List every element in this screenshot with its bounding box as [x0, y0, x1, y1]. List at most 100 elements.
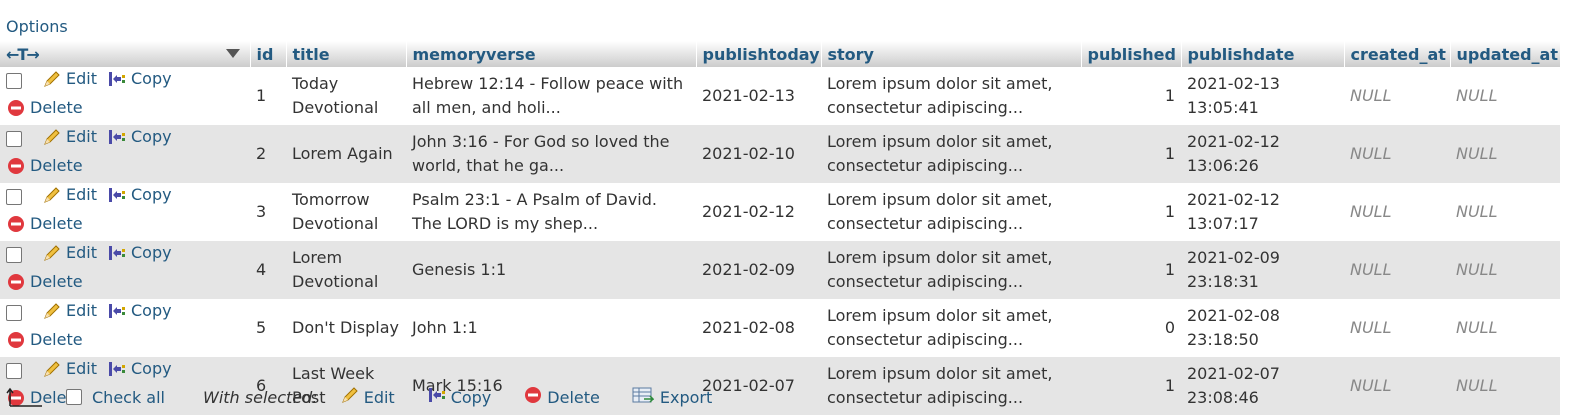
row-delete-button[interactable]: Delete — [6, 212, 83, 236]
column-header-id[interactable]: id — [250, 41, 287, 67]
results-table: ←T→ id title memoryverse publishtoday st… — [0, 41, 1561, 415]
cell-memoryverse: John 1:1 — [406, 299, 696, 357]
delete-icon — [6, 330, 26, 350]
column-header-memoryverse[interactable]: memoryverse — [406, 41, 697, 67]
cell-publishtoday: 2021-02-09 — [696, 241, 821, 299]
row-copy-label: Copy — [130, 301, 172, 320]
row-actions: Edit Copy Delete — [0, 299, 250, 357]
bulk-copy-button[interactable]: Copy — [427, 385, 491, 409]
cell-id: 2 — [250, 125, 286, 183]
row-delete-button[interactable]: Delete — [6, 96, 83, 120]
column-header-story[interactable]: story — [821, 41, 1082, 67]
row-checkbox[interactable] — [6, 363, 22, 379]
cell-story: Lorem ipsum dolor sit amet, consectetur … — [821, 67, 1081, 125]
cell-publishtoday: 2021-02-12 — [696, 183, 821, 241]
cell-id: 4 — [250, 241, 286, 299]
row-actions: Edit Copy Delete — [0, 183, 250, 241]
cell-publishdate: 2021-02-09 23:18:31 — [1181, 241, 1344, 299]
cell-publishdate: 2021-02-12 13:07:17 — [1181, 183, 1344, 241]
cell-publishtoday: 2021-02-13 — [696, 67, 821, 125]
row-delete-button[interactable]: Delete — [6, 270, 83, 294]
bulk-actions-bar: Check all With selected: Edit Copy Delet… — [0, 382, 712, 412]
row-checkbox[interactable] — [6, 131, 22, 147]
check-all-label[interactable]: Check all — [92, 388, 165, 407]
column-header-title[interactable]: title — [286, 41, 407, 67]
cell-published: 1 — [1081, 67, 1181, 125]
row-copy-label: Copy — [130, 69, 172, 88]
row-delete-label: Delete — [30, 98, 83, 117]
cell-publishdate: 2021-02-12 13:06:26 — [1181, 125, 1344, 183]
cell-publishdate: 2021-02-13 13:05:41 — [1181, 67, 1344, 125]
cell-created-at: NULL — [1344, 183, 1450, 241]
cell-title: Lorem Devotional — [286, 241, 406, 299]
cell-updated-at: NULL — [1450, 67, 1560, 125]
row-checkbox[interactable] — [6, 305, 22, 321]
cell-created-at: NULL — [1344, 241, 1450, 299]
cell-updated-at: NULL — [1450, 125, 1560, 183]
column-header-publishtoday[interactable]: publishtoday — [696, 41, 822, 67]
row-edit-button[interactable]: Edit — [42, 67, 97, 91]
row-checkbox[interactable] — [6, 247, 22, 263]
row-actions: Edit Copy Delete — [0, 125, 250, 183]
cell-updated-at: NULL — [1450, 241, 1560, 299]
row-edit-button[interactable]: Edit — [42, 183, 97, 207]
copy-icon — [107, 69, 127, 89]
copy-icon — [427, 385, 447, 409]
pencil-icon — [42, 185, 62, 205]
row-copy-button[interactable]: Copy — [107, 67, 172, 91]
cell-story: Lorem ipsum dolor sit amet, consectetur … — [821, 299, 1081, 357]
cell-created-at: NULL — [1344, 299, 1450, 357]
cell-publishtoday: 2021-02-08 — [696, 299, 821, 357]
cell-memoryverse: John 3:16 - For God so loved the world, … — [406, 125, 696, 183]
copy-icon — [107, 243, 127, 263]
bulk-delete-button[interactable]: Delete — [523, 385, 600, 409]
row-checkbox[interactable] — [6, 73, 22, 89]
cell-story: Lorem ipsum dolor sit amet, consectetur … — [821, 183, 1081, 241]
bulk-export-button[interactable]: Export — [632, 385, 712, 409]
delete-icon — [6, 272, 26, 292]
row-edit-button[interactable]: Edit — [42, 125, 97, 149]
row-copy-button[interactable]: Copy — [107, 357, 172, 381]
row-copy-label: Copy — [130, 359, 172, 378]
bulk-delete-label: Delete — [547, 387, 600, 407]
row-edit-button[interactable]: Edit — [42, 357, 97, 381]
cell-id: 5 — [250, 299, 286, 357]
column-resize-icon[interactable]: ←T→ — [6, 45, 40, 64]
table-body: Edit Copy Delete 1 Today Devotional Hebrew 12… — [0, 67, 1560, 415]
bulk-edit-button[interactable]: Edit — [340, 385, 395, 409]
row-checkbox[interactable] — [6, 189, 22, 205]
row-copy-button[interactable]: Copy — [107, 299, 172, 323]
column-header-published[interactable]: published — [1081, 41, 1182, 67]
row-actions: Edit Copy Delete — [0, 67, 250, 125]
row-delete-label: Delete — [30, 156, 83, 175]
cell-memoryverse: Genesis 1:1 — [406, 241, 696, 299]
cell-created-at: NULL — [1344, 67, 1450, 125]
row-edit-label: Edit — [66, 243, 97, 262]
options-link[interactable]: Options — [6, 17, 68, 36]
cell-title: Don't Display — [286, 299, 406, 357]
export-icon — [632, 385, 655, 409]
arrow-up-left-icon — [6, 386, 42, 408]
column-header-updated-at[interactable]: updated_at — [1450, 41, 1561, 67]
column-header-publishdate[interactable]: publishdate — [1181, 41, 1345, 67]
row-delete-button[interactable]: Delete — [6, 154, 83, 178]
check-all-checkbox[interactable] — [66, 389, 82, 405]
cell-memoryverse: Hebrew 12:14 - Follow peace with all men… — [406, 67, 696, 125]
pencil-icon — [340, 385, 360, 409]
table-row: Edit Copy Delete 4 Lorem Devotional Genesis 1… — [0, 241, 1560, 299]
cell-title: Today Devotional — [286, 67, 406, 125]
with-selected-label: With selected: — [203, 387, 318, 407]
row-delete-button[interactable]: Delete — [6, 328, 83, 352]
table-row: Edit Copy Delete 1 Today Devotional Hebrew 12… — [0, 67, 1560, 125]
row-edit-label: Edit — [66, 301, 97, 320]
pencil-icon — [42, 127, 62, 147]
cell-updated-at: NULL — [1450, 357, 1560, 415]
row-copy-button[interactable]: Copy — [107, 241, 172, 265]
row-copy-button[interactable]: Copy — [107, 183, 172, 207]
row-edit-button[interactable]: Edit — [42, 299, 97, 323]
pencil-icon — [42, 359, 62, 379]
row-copy-button[interactable]: Copy — [107, 125, 172, 149]
row-edit-button[interactable]: Edit — [42, 241, 97, 265]
column-header-created-at[interactable]: created_at — [1344, 41, 1451, 67]
sort-caret-icon[interactable] — [225, 49, 240, 58]
